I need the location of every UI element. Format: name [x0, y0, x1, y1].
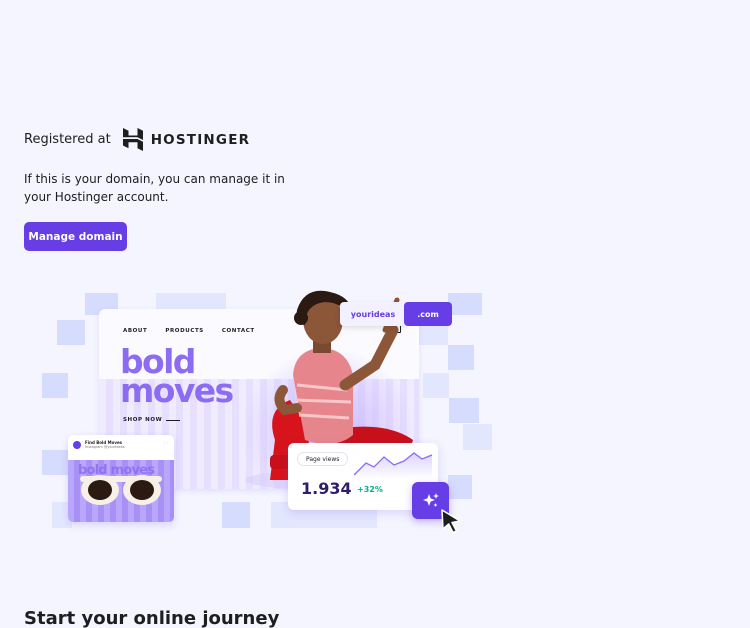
- bg-tile: [57, 320, 85, 345]
- bg-tile: [423, 373, 449, 398]
- arrow-right-icon: [166, 419, 181, 421]
- bg-tile: [463, 424, 492, 450]
- mockup-headline: bold moves: [120, 345, 234, 410]
- headline-line-2: moves: [120, 371, 234, 410]
- bg-tile: [449, 398, 479, 423]
- mockup-nav-about: ABOUT: [123, 328, 148, 334]
- page-views-delta: +32%: [357, 485, 383, 494]
- avatar: [73, 441, 81, 449]
- hostinger-logo-icon: [122, 128, 143, 151]
- mockup-nav-products: PRODUCTS: [165, 328, 204, 334]
- registered-at-label: Registered at: [24, 132, 111, 147]
- bg-tile: [42, 373, 68, 398]
- bg-tile: [156, 293, 226, 309]
- sparkle-icon: [422, 492, 439, 507]
- hero-illustration: ABOUT PRODUCTS CONTACT bold moves SHOP N…: [38, 290, 498, 540]
- hostinger-brand: HOSTINGER: [122, 128, 251, 151]
- domain-name-pill: yourideas: [340, 302, 406, 326]
- social-card-header: Find Bold Moves Instagram @yourideas ◦ ◦: [68, 435, 174, 449]
- shop-now-label: SHOP NOW: [123, 417, 163, 423]
- bg-tile: [448, 475, 472, 499]
- domain-tld-pill: .com: [404, 302, 452, 326]
- bg-tile: [448, 345, 474, 370]
- more-icon: ◦ ◦: [163, 440, 169, 445]
- manage-domain-button[interactable]: Manage domain: [24, 222, 127, 251]
- sunglasses-icon: [80, 475, 162, 505]
- social-post-card: Find Bold Moves Instagram @yourideas ◦ ◦…: [68, 435, 174, 522]
- social-card-handle: Instagram @yourideas: [85, 445, 125, 449]
- section-heading: Start your online journey: [24, 608, 280, 628]
- mockup-shop-now: SHOP NOW: [123, 417, 181, 423]
- bg-tile: [222, 502, 250, 528]
- page-views-label: Page views: [297, 452, 349, 466]
- registrar-info: Registered at HOSTINGER: [24, 128, 250, 151]
- bg-tile: [448, 293, 482, 315]
- domain-description: If this is your domain, you can manage i…: [24, 172, 285, 204]
- trend-line-icon: [353, 452, 433, 479]
- registrar-name: HOSTINGER: [150, 131, 251, 148]
- cursor-icon: [441, 509, 461, 534]
- page-views-value: 1.934: [301, 479, 352, 498]
